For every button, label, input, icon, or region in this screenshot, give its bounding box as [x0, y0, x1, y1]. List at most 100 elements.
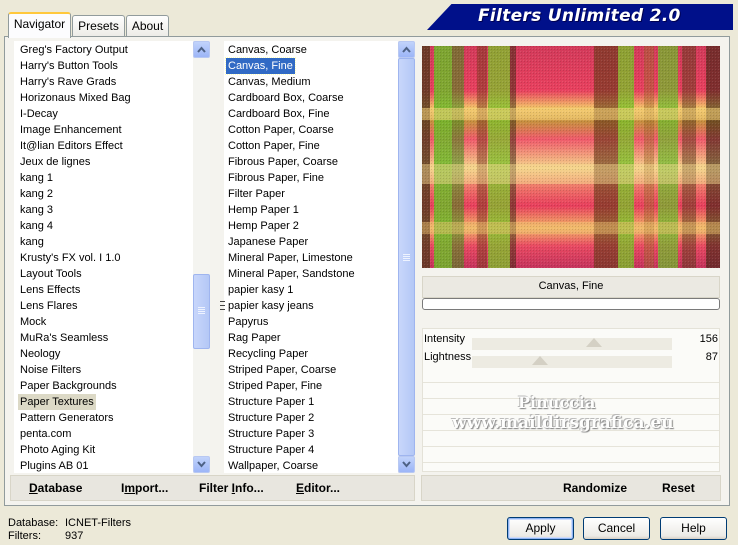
scroll-down-button[interactable]: [193, 456, 210, 473]
editor-button[interactable]: Editor...: [296, 481, 340, 495]
database-button[interactable]: Database: [29, 481, 82, 495]
list-item[interactable]: Structure Paper 4: [226, 442, 316, 458]
randomize-button[interactable]: Randomize: [563, 481, 627, 495]
list-item[interactable]: Paper Textures: [18, 394, 96, 410]
lightness-slider[interactable]: [472, 356, 672, 368]
label: port...: [135, 481, 169, 495]
list-item[interactable]: Lens Effects: [18, 282, 82, 298]
list-item[interactable]: Wallpaper, Coarse: [226, 458, 320, 473]
slider-thumb[interactable]: [532, 356, 548, 365]
list-item[interactable]: Fibrous Paper, Coarse: [226, 154, 340, 170]
list-item[interactable]: kang 3: [18, 202, 55, 218]
param-value: 156: [699, 333, 718, 345]
list-item[interactable]: Paper Backgrounds: [18, 378, 119, 394]
list-item[interactable]: Cotton Paper, Fine: [226, 138, 322, 154]
chevron-down-icon: [197, 461, 206, 468]
list-item[interactable]: Fibrous Paper, Fine: [226, 170, 326, 186]
chevron-up-icon: [402, 46, 411, 53]
param-empty-row: [423, 462, 719, 463]
list-item[interactable]: Canvas, Fine: [225, 57, 296, 75]
tab-navigator[interactable]: Navigator: [8, 12, 71, 38]
category-scrollbar[interactable]: [193, 41, 210, 473]
list-item[interactable]: kang 1: [18, 170, 55, 186]
list-item[interactable]: Harry's Button Tools: [18, 58, 120, 74]
tab-about[interactable]: About: [126, 15, 169, 37]
list-item[interactable]: Striped Paper, Coarse: [226, 362, 338, 378]
list-item[interactable]: kang 2: [18, 186, 55, 202]
list-item[interactable]: Image Enhancement: [18, 122, 124, 138]
scroll-thumb[interactable]: [398, 58, 415, 456]
list-item[interactable]: Structure Paper 3: [226, 426, 316, 442]
apply-button[interactable]: Apply: [507, 517, 574, 540]
list-item[interactable]: Krusty's FX vol. I 1.0: [18, 250, 123, 266]
list-item[interactable]: Layout Tools: [18, 266, 84, 282]
list-item[interactable]: Noise Filters: [18, 362, 83, 378]
left-toolbar: Database Import... Filter Info... Editor…: [10, 475, 415, 501]
param-value: 87: [705, 351, 718, 363]
accelerator: m: [124, 481, 136, 495]
list-item[interactable]: Hemp Paper 1: [226, 202, 301, 218]
list-item[interactable]: Plugins AB 01: [18, 458, 91, 473]
list-item[interactable]: Canvas, Medium: [226, 74, 313, 90]
list-item[interactable]: Cardboard Box, Coarse: [226, 90, 346, 106]
list-item[interactable]: Mineral Paper, Sandstone: [226, 266, 357, 282]
list-item[interactable]: Mineral Paper, Limestone: [226, 250, 355, 266]
list-item[interactable]: Harry's Rave Grads: [18, 74, 118, 90]
label: nfo...: [235, 481, 264, 495]
filter-info-button[interactable]: Filter Info...: [199, 481, 264, 495]
param-label: Intensity: [424, 333, 465, 345]
list-item[interactable]: Papyrus: [226, 314, 270, 330]
category-list[interactable]: Greg's Factory Output Harry's Button Tool…: [14, 41, 194, 473]
list-item[interactable]: Horizonaus Mixed Bag: [18, 90, 133, 106]
list-item[interactable]: I-Decay: [18, 106, 60, 122]
list-item[interactable]: kang 4: [18, 218, 55, 234]
list-item[interactable]: Mock: [18, 314, 48, 330]
progress-bar: [422, 298, 720, 310]
slider-thumb[interactable]: [586, 338, 602, 347]
list-item[interactable]: Lens Flares: [18, 298, 79, 314]
watermark-name: Pinuccia: [518, 393, 596, 412]
status-filters-value: 937: [65, 530, 84, 542]
status-database-value: ICNET-Filters: [65, 517, 131, 529]
list-item[interactable]: Recycling Paper: [226, 346, 310, 362]
import-button[interactable]: Import...: [121, 481, 168, 495]
list-item[interactable]: penta.com: [18, 426, 73, 442]
filter-list[interactable]: Canvas, Coarse Canvas, Fine Canvas, Medium…: [224, 41, 398, 473]
list-item[interactable]: Japanese Paper: [226, 234, 310, 250]
scroll-up-button[interactable]: [193, 41, 210, 58]
filter-name: Canvas, Fine: [538, 280, 604, 292]
reset-button[interactable]: Reset: [662, 481, 695, 495]
list-item[interactable]: papier kasy 1: [226, 282, 295, 298]
scroll-up-button[interactable]: [398, 41, 415, 58]
param-empty-row: [423, 446, 719, 447]
list-item[interactable]: Striped Paper, Fine: [226, 378, 324, 394]
list-item[interactable]: papier kasy jeans: [226, 298, 316, 314]
scroll-thumb[interactable]: [193, 274, 210, 349]
scroll-down-button[interactable]: [398, 456, 415, 473]
param-empty-row: [423, 382, 719, 383]
list-item[interactable]: Greg's Factory Output: [18, 42, 130, 58]
list-item[interactable]: Cardboard Box, Fine: [226, 106, 332, 122]
preview-image: [422, 46, 720, 268]
list-item[interactable]: Cotton Paper, Coarse: [226, 122, 336, 138]
chevron-up-icon: [197, 46, 206, 53]
list-item[interactable]: Rag Paper: [226, 330, 283, 346]
list-item[interactable]: Structure Paper 1: [226, 394, 316, 410]
status-filters-label: Filters:: [8, 530, 41, 542]
list-item[interactable]: Neology: [18, 346, 62, 362]
list-item[interactable]: Structure Paper 2: [226, 410, 316, 426]
list-item[interactable]: kang: [18, 234, 46, 250]
list-item[interactable]: It@lian Editors Effect: [18, 138, 125, 154]
list-item[interactable]: Hemp Paper 2: [226, 218, 301, 234]
tab-presets[interactable]: Presets: [72, 15, 125, 37]
help-button[interactable]: Help: [660, 517, 727, 540]
list-item[interactable]: Pattern Generators: [18, 410, 116, 426]
list-item[interactable]: Canvas, Coarse: [226, 42, 309, 58]
list-item[interactable]: Filter Paper: [226, 186, 287, 202]
list-item[interactable]: MuRa's Seamless: [18, 330, 110, 346]
list-item[interactable]: Photo Aging Kit: [18, 442, 97, 458]
cancel-button[interactable]: Cancel: [583, 517, 650, 540]
app-title: Filters Unlimited 2.0: [478, 6, 681, 26]
filter-scrollbar[interactable]: [398, 41, 415, 473]
list-item[interactable]: Jeux de lignes: [18, 154, 92, 170]
